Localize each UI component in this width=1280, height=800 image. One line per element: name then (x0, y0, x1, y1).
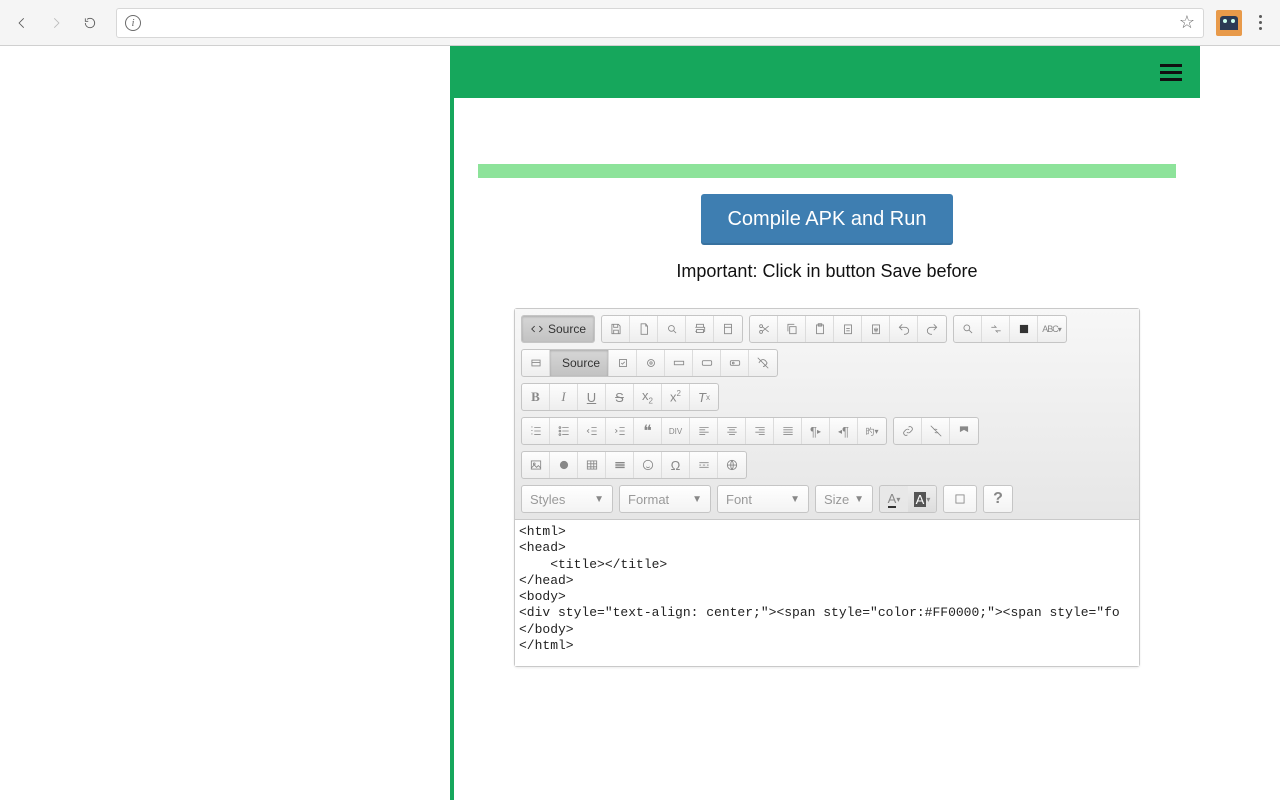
image-icon[interactable] (522, 452, 550, 478)
app-header (454, 46, 1200, 98)
iframe-icon[interactable] (718, 452, 746, 478)
bookmark-star-icon[interactable]: ☆ (1179, 12, 1195, 33)
numbered-list-icon[interactable] (522, 418, 550, 444)
outdent-icon[interactable] (578, 418, 606, 444)
flash-icon[interactable] (550, 452, 578, 478)
hiddenfield-icon[interactable] (749, 350, 777, 376)
redo-icon[interactable] (918, 316, 946, 342)
underline-icon[interactable]: U (578, 384, 606, 410)
bold-icon[interactable]: B (522, 384, 550, 410)
div-icon[interactable]: DIV (662, 418, 690, 444)
smiley-icon[interactable] (634, 452, 662, 478)
selectall-icon[interactable] (1010, 316, 1038, 342)
preview-icon[interactable] (658, 316, 686, 342)
blockquote-icon[interactable]: ❝ (634, 418, 662, 444)
align-right-icon[interactable] (746, 418, 774, 444)
menu-button[interactable] (1160, 64, 1182, 81)
progress-bar (478, 164, 1176, 178)
superscript-icon[interactable]: x2 (662, 384, 690, 410)
font-select[interactable]: Font▼ (717, 485, 809, 513)
maximize-icon[interactable] (943, 485, 977, 513)
spellcheck-icon[interactable]: ABC▾ (1038, 316, 1066, 342)
copy-icon[interactable] (778, 316, 806, 342)
hr-icon[interactable] (606, 452, 634, 478)
checkbox-icon[interactable] (609, 350, 637, 376)
bidi-ltr-icon[interactable]: ¶▸ (802, 418, 830, 444)
bgcolor-icon[interactable]: A▾ (908, 486, 936, 512)
print-icon[interactable] (686, 316, 714, 342)
imagebutton-icon[interactable] (721, 350, 749, 376)
bidi-rtl-icon[interactable]: ◂¶ (830, 418, 858, 444)
textcolor-icon[interactable]: A▾ (880, 486, 908, 512)
subscript-icon[interactable]: x2 (634, 384, 662, 410)
justify-icon[interactable] (774, 418, 802, 444)
align-left-icon[interactable] (690, 418, 718, 444)
link-icon[interactable] (894, 418, 922, 444)
paste-text-icon[interactable] (834, 316, 862, 342)
replace-icon[interactable] (982, 316, 1010, 342)
button-icon[interactable] (693, 350, 721, 376)
strike-icon[interactable]: S (606, 384, 634, 410)
source-toggle-2[interactable]: Source (550, 350, 609, 376)
anchor-icon[interactable] (950, 418, 978, 444)
table-icon[interactable] (578, 452, 606, 478)
chrome-menu-button[interactable] (1248, 15, 1272, 30)
compile-apk-button[interactable]: Compile APK and Run (701, 194, 952, 245)
save-icon[interactable] (602, 316, 630, 342)
italic-icon[interactable]: I (550, 384, 578, 410)
bullet-list-icon[interactable] (550, 418, 578, 444)
reload-button[interactable] (76, 9, 104, 37)
format-select[interactable]: Format▼ (619, 485, 711, 513)
address-bar[interactable]: i ☆ (116, 8, 1204, 38)
specialchar-icon[interactable]: Ω (662, 452, 690, 478)
textfield-icon[interactable] (665, 350, 693, 376)
cut-icon[interactable] (750, 316, 778, 342)
page-scroll[interactable]: Compile APK and Run Important: Click in … (0, 46, 1280, 800)
pagebreak-icon[interactable] (690, 452, 718, 478)
indent-icon[interactable] (606, 418, 634, 444)
app-panel: Compile APK and Run Important: Click in … (450, 46, 1200, 800)
source-editor[interactable]: <html> <head> <title></title> </head> <b… (515, 520, 1139, 666)
form-icon[interactable] (522, 350, 550, 376)
ckeditor: Source (514, 308, 1140, 667)
source-toggle[interactable]: Source (522, 316, 594, 342)
back-button[interactable] (8, 9, 36, 37)
url-input[interactable] (149, 15, 1171, 31)
ckeditor-toolbar: Source (515, 309, 1139, 520)
extension-button[interactable] (1216, 10, 1242, 36)
source-toggle-label: Source (548, 322, 586, 336)
important-note: Important: Click in button Save before (478, 261, 1176, 282)
about-button[interactable]: ? (983, 485, 1013, 513)
size-select[interactable]: Size▼ (815, 485, 873, 513)
paste-word-icon[interactable] (862, 316, 890, 342)
browser-toolbar: i ☆ (0, 0, 1280, 46)
robot-icon (1220, 16, 1238, 30)
language-icon[interactable]: 旳▾ (858, 418, 886, 444)
removeformat-icon[interactable]: Tx (690, 384, 718, 410)
newpage-icon[interactable] (630, 316, 658, 342)
paste-icon[interactable] (806, 316, 834, 342)
radio-icon[interactable] (637, 350, 665, 376)
align-center-icon[interactable] (718, 418, 746, 444)
styles-select[interactable]: Styles▼ (521, 485, 613, 513)
undo-icon[interactable] (890, 316, 918, 342)
site-info-icon[interactable]: i (125, 15, 141, 31)
templates-icon[interactable] (714, 316, 742, 342)
find-icon[interactable] (954, 316, 982, 342)
unlink-icon[interactable] (922, 418, 950, 444)
forward-button[interactable] (42, 9, 70, 37)
